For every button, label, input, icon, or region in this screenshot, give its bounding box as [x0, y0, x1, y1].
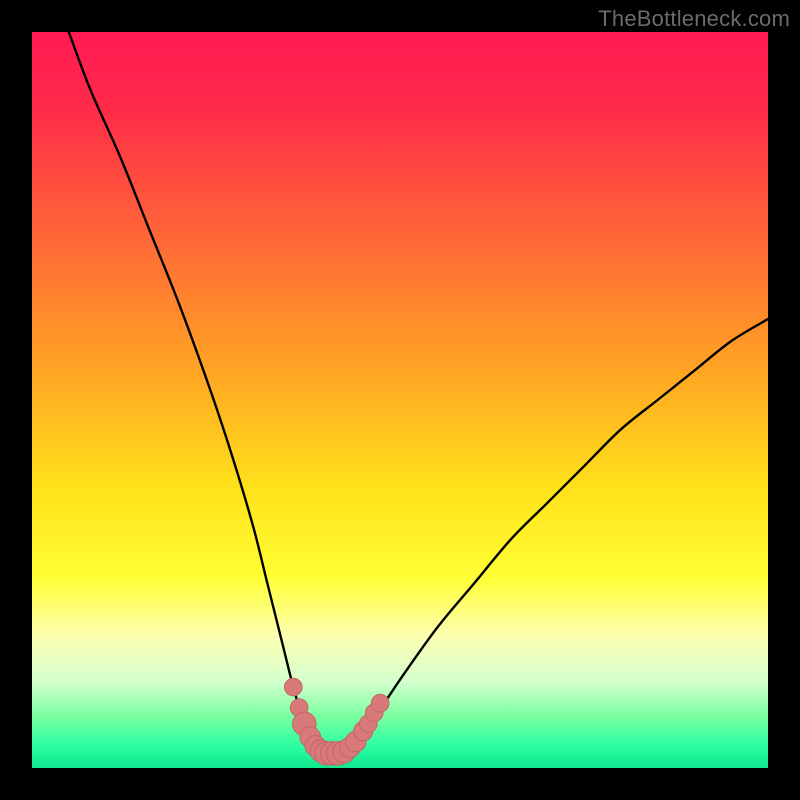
plot-area [32, 32, 768, 768]
outer-frame: TheBottleneck.com [0, 0, 800, 800]
curve-marker [371, 694, 389, 712]
bottleneck-chart [32, 32, 768, 768]
curve-marker [284, 678, 302, 696]
watermark-text: TheBottleneck.com [598, 6, 790, 32]
